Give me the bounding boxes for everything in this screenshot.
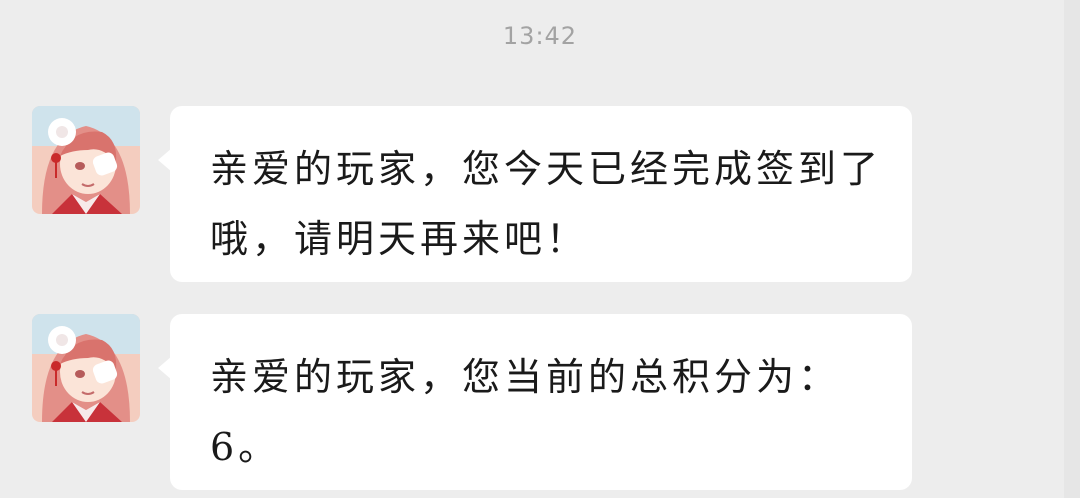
anime-girl-avatar-icon[interactable] — [32, 314, 140, 422]
message-bubble[interactable]: 亲爱的玩家，您当前的总积分为：6。 — [170, 314, 912, 490]
message-bubble[interactable]: 亲爱的玩家，您今天已经完成签到了哦，请明天再来吧！ — [170, 106, 912, 282]
scrollbar-track[interactable] — [1064, 0, 1080, 498]
message-text: 亲爱的玩家，您今天已经完成签到了哦，请明天再来吧！ — [210, 147, 883, 261]
message-text: 亲爱的玩家，您当前的总积分为：6。 — [210, 355, 841, 469]
anime-girl-avatar-icon[interactable] — [32, 106, 140, 214]
message-timestamp: 13:42 — [502, 22, 578, 50]
